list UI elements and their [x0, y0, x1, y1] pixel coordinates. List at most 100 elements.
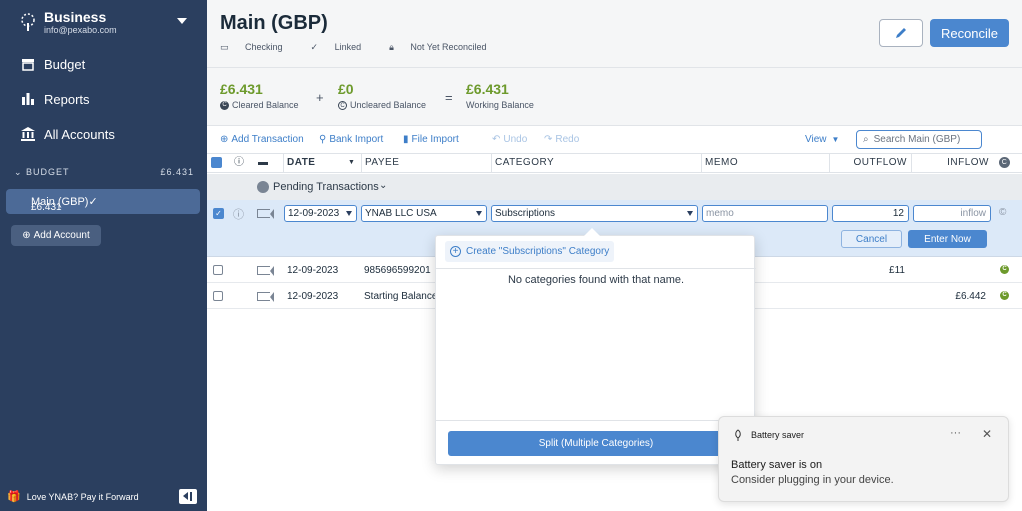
row-checkbox-checked[interactable]: ✓: [213, 208, 224, 219]
undo-button[interactable]: ↶ Undo: [492, 134, 527, 145]
redo-button[interactable]: ↷ Redo: [544, 134, 579, 145]
cleared-balance: £6.431 C Cleared Balance: [220, 81, 299, 110]
file-import-label: File Import: [411, 134, 459, 145]
cleared-value: £6.431: [220, 81, 263, 97]
col-memo[interactable]: MEMO: [701, 154, 829, 172]
dropdown-footer: Split (Multiple Categories): [436, 420, 756, 456]
uncleared-label: Uncleared Balance: [350, 100, 427, 110]
inflow-field[interactable]: inflow: [913, 205, 991, 222]
add-account-button[interactable]: ⊕ Add Account: [11, 225, 101, 246]
nav-reports[interactable]: Reports: [20, 91, 90, 107]
plus-operator: +: [316, 90, 324, 105]
redo-icon: ↷: [544, 134, 553, 145]
category-field[interactable]: Subscriptions: [491, 205, 698, 222]
search-placeholder: Search Main (GBP): [873, 134, 961, 145]
chevron-down-icon[interactable]: [177, 18, 187, 24]
budget-switcher[interactable]: Business info@pexabo.com: [18, 10, 117, 36]
nav-all-accounts[interactable]: All Accounts: [20, 126, 115, 142]
info-icon: ⓘ: [233, 209, 244, 221]
select-all-checkbox[interactable]: [211, 157, 222, 168]
collapse-sidebar-icon[interactable]: [179, 489, 197, 504]
date-field[interactable]: 12-09-2023: [284, 205, 357, 222]
close-icon[interactable]: ✕: [982, 427, 992, 441]
clock-icon: [257, 181, 269, 193]
nav-reports-label: Reports: [44, 91, 90, 107]
empty-message: No categories found with that name.: [436, 268, 756, 286]
undo-icon: ↶: [492, 134, 501, 145]
budget-email: info@pexabo.com: [44, 25, 117, 35]
notification-app: Battery saver: [751, 430, 805, 440]
row-checkbox[interactable]: [213, 265, 223, 275]
col-payee[interactable]: PAYEE: [361, 154, 491, 172]
lock-icon: 🔒︎: [389, 42, 397, 52]
view-label: View: [805, 134, 827, 145]
edit-account-button[interactable]: [879, 19, 923, 47]
cleared-icon[interactable]: C: [1000, 265, 1009, 274]
search-icon: ⌕: [863, 134, 869, 145]
col-inflow[interactable]: INFLOW: [911, 154, 993, 172]
payee-field-value: YNAB LLC USA: [365, 208, 437, 219]
cleared-icon[interactable]: C: [1000, 291, 1009, 300]
account-balance: £6.431: [31, 202, 62, 213]
create-category-label: Create "Subscriptions" Category: [466, 246, 610, 257]
add-account-label: Add Account: [33, 230, 90, 241]
more-options-icon[interactable]: ···: [950, 427, 961, 439]
plus-circle-icon: ⊕: [220, 134, 229, 145]
account-header: Main (GBP) ▭ Checking ✓ Linked 🔒︎ Not Ye…: [207, 0, 1022, 68]
meta-linked: ✓ Linked: [311, 42, 376, 53]
plus-circle-icon: +: [450, 246, 461, 257]
caret-down-icon: [476, 211, 482, 216]
card-icon: ▭: [220, 42, 232, 52]
col-outflow[interactable]: OUTFLOW: [829, 154, 911, 172]
bank-import-button[interactable]: ⚲ Bank Import: [319, 134, 383, 145]
chevron-down-icon: ⌄: [14, 167, 27, 177]
payee-field[interactable]: YNAB LLC USA: [361, 205, 487, 222]
search-input[interactable]: ⌕ Search Main (GBP): [856, 130, 982, 149]
col-date[interactable]: DATE ▼: [283, 154, 363, 172]
nav-all-accounts-label: All Accounts: [44, 126, 115, 142]
referral-link[interactable]: Love YNAB? Pay it Forward: [27, 492, 139, 502]
caret-down-icon: ▼: [831, 135, 840, 144]
cancel-button[interactable]: Cancel: [841, 230, 902, 248]
caret-down-icon: [687, 211, 693, 216]
reconcile-button[interactable]: Reconcile: [930, 19, 1009, 47]
pending-label: Pending Transactions: [273, 181, 379, 193]
create-category-button[interactable]: + Create "Subscriptions" Category: [445, 241, 615, 262]
category-dropdown: + Create "Subscriptions" Category No cat…: [435, 228, 756, 465]
row-date: 12-09-2023: [287, 265, 339, 276]
uncleared-balance: £0 C Uncleared Balance: [338, 81, 426, 110]
split-button[interactable]: Split (Multiple Categories): [448, 431, 744, 456]
row-checkbox[interactable]: [213, 291, 223, 301]
col-date-label: DATE: [287, 157, 316, 168]
outflow-field[interactable]: 12: [832, 205, 909, 222]
working-value: £6.431: [466, 81, 509, 97]
working-label: Working Balance: [466, 100, 534, 110]
check-icon: ✓: [88, 196, 98, 208]
sidebar-footer: 🎁 Love YNAB? Pay it Forward: [7, 489, 197, 504]
battery-saver-notification[interactable]: Battery saver ··· ✕ Battery saver is on …: [718, 416, 1009, 502]
uncleared-value: £0: [338, 81, 354, 97]
undo-label: Undo: [503, 134, 528, 145]
budget-name: Business: [44, 9, 107, 25]
flag-icon[interactable]: [257, 266, 274, 276]
caret-down-icon: [346, 211, 352, 216]
budget-section-header[interactable]: ⌄ BUDGET £6.431: [14, 167, 194, 178]
memo-field[interactable]: memo: [702, 205, 828, 222]
sidebar: Business info@pexabo.com Budget Reports …: [0, 0, 207, 511]
nav-budget[interactable]: Budget: [20, 56, 85, 72]
view-button[interactable]: View ▼: [805, 134, 839, 145]
tree-logo-icon: [21, 13, 35, 31]
col-category[interactable]: CATEGORY: [491, 154, 701, 172]
row-inflow: £6.442: [955, 291, 986, 302]
pending-group-header[interactable]: Pending Transactions ⌄: [207, 174, 1022, 200]
flag-icon[interactable]: [257, 209, 274, 219]
add-transaction-button[interactable]: ⊕ Add Transaction: [220, 134, 304, 145]
account-main-gbp[interactable]: Main (GBP) £6.431 ✓: [6, 189, 200, 214]
info-icon: ⓘ: [234, 157, 245, 168]
enter-now-button[interactable]: Enter Now: [908, 230, 987, 248]
gift-icon: 🎁: [7, 491, 21, 503]
file-import-button[interactable]: ▮ File Import: [403, 134, 459, 145]
uncleared-toggle-icon[interactable]: ©: [999, 207, 1006, 218]
flag-icon[interactable]: [257, 292, 274, 302]
bank-import-icon: ⚲: [319, 134, 327, 145]
